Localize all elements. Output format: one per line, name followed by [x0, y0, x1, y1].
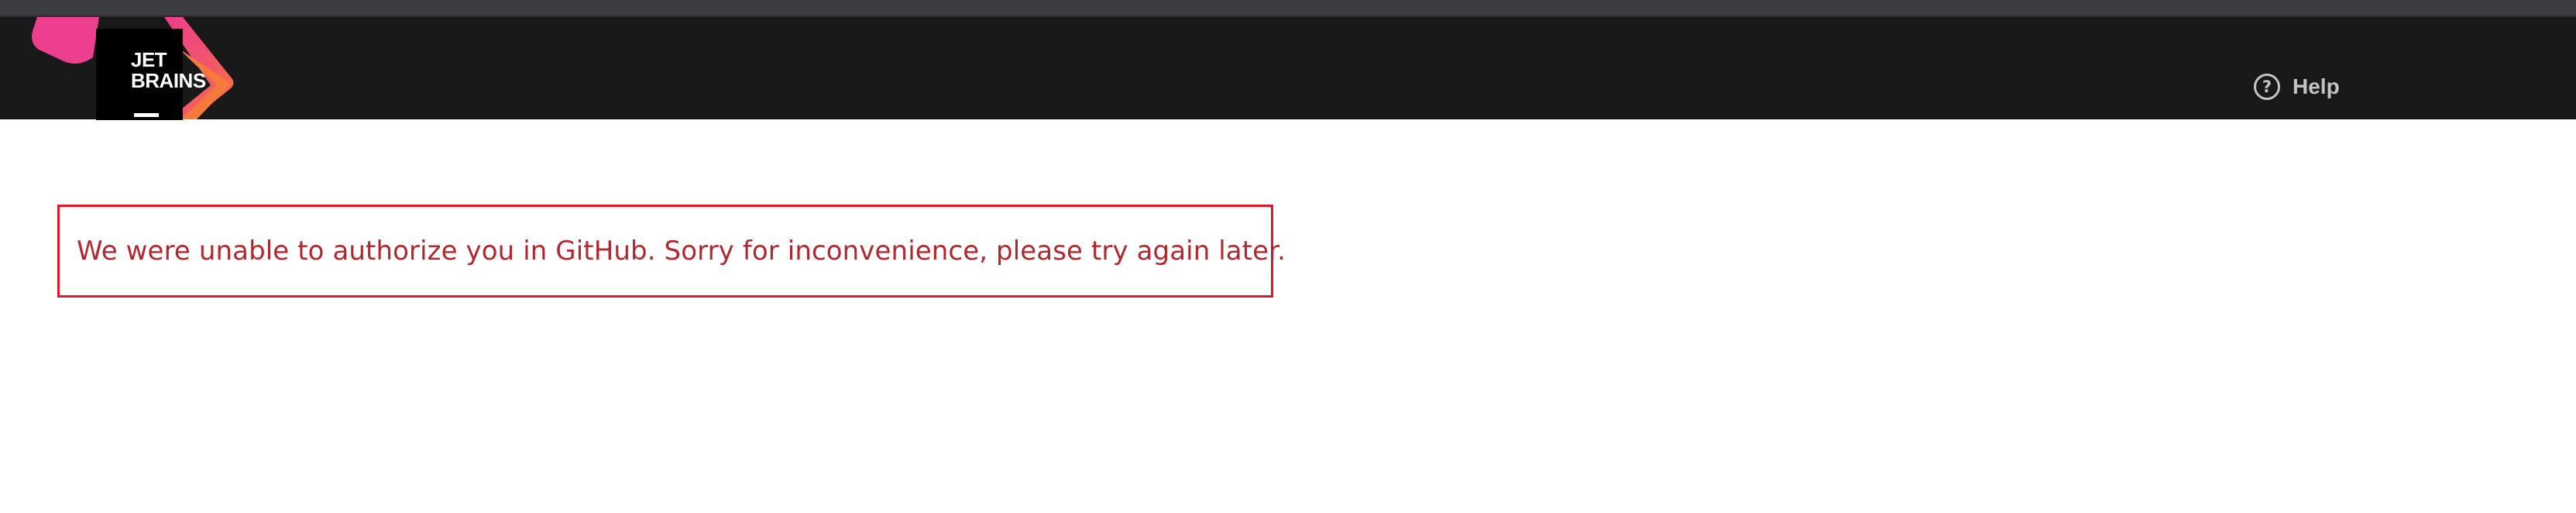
logo-line2: BRAINS [131, 69, 206, 92]
browser-chrome-strip [0, 0, 2576, 17]
help-label: Help [2293, 74, 2340, 98]
error-message: We were unable to authorize you in GitHu… [77, 236, 1286, 267]
logo-wordmark: JET BRAINS [131, 50, 206, 91]
question-circle-icon: ? [2254, 74, 2280, 100]
logo-underline [134, 113, 159, 117]
logo-line1: JET [131, 48, 167, 71]
error-alert: We were unable to authorize you in GitHu… [57, 205, 1286, 298]
top-navigation-bar: JET BRAINS ? Help [0, 17, 2576, 120]
help-link[interactable]: ? Help [2254, 71, 2340, 102]
jetbrains-logo[interactable]: JET BRAINS [31, 17, 240, 136]
